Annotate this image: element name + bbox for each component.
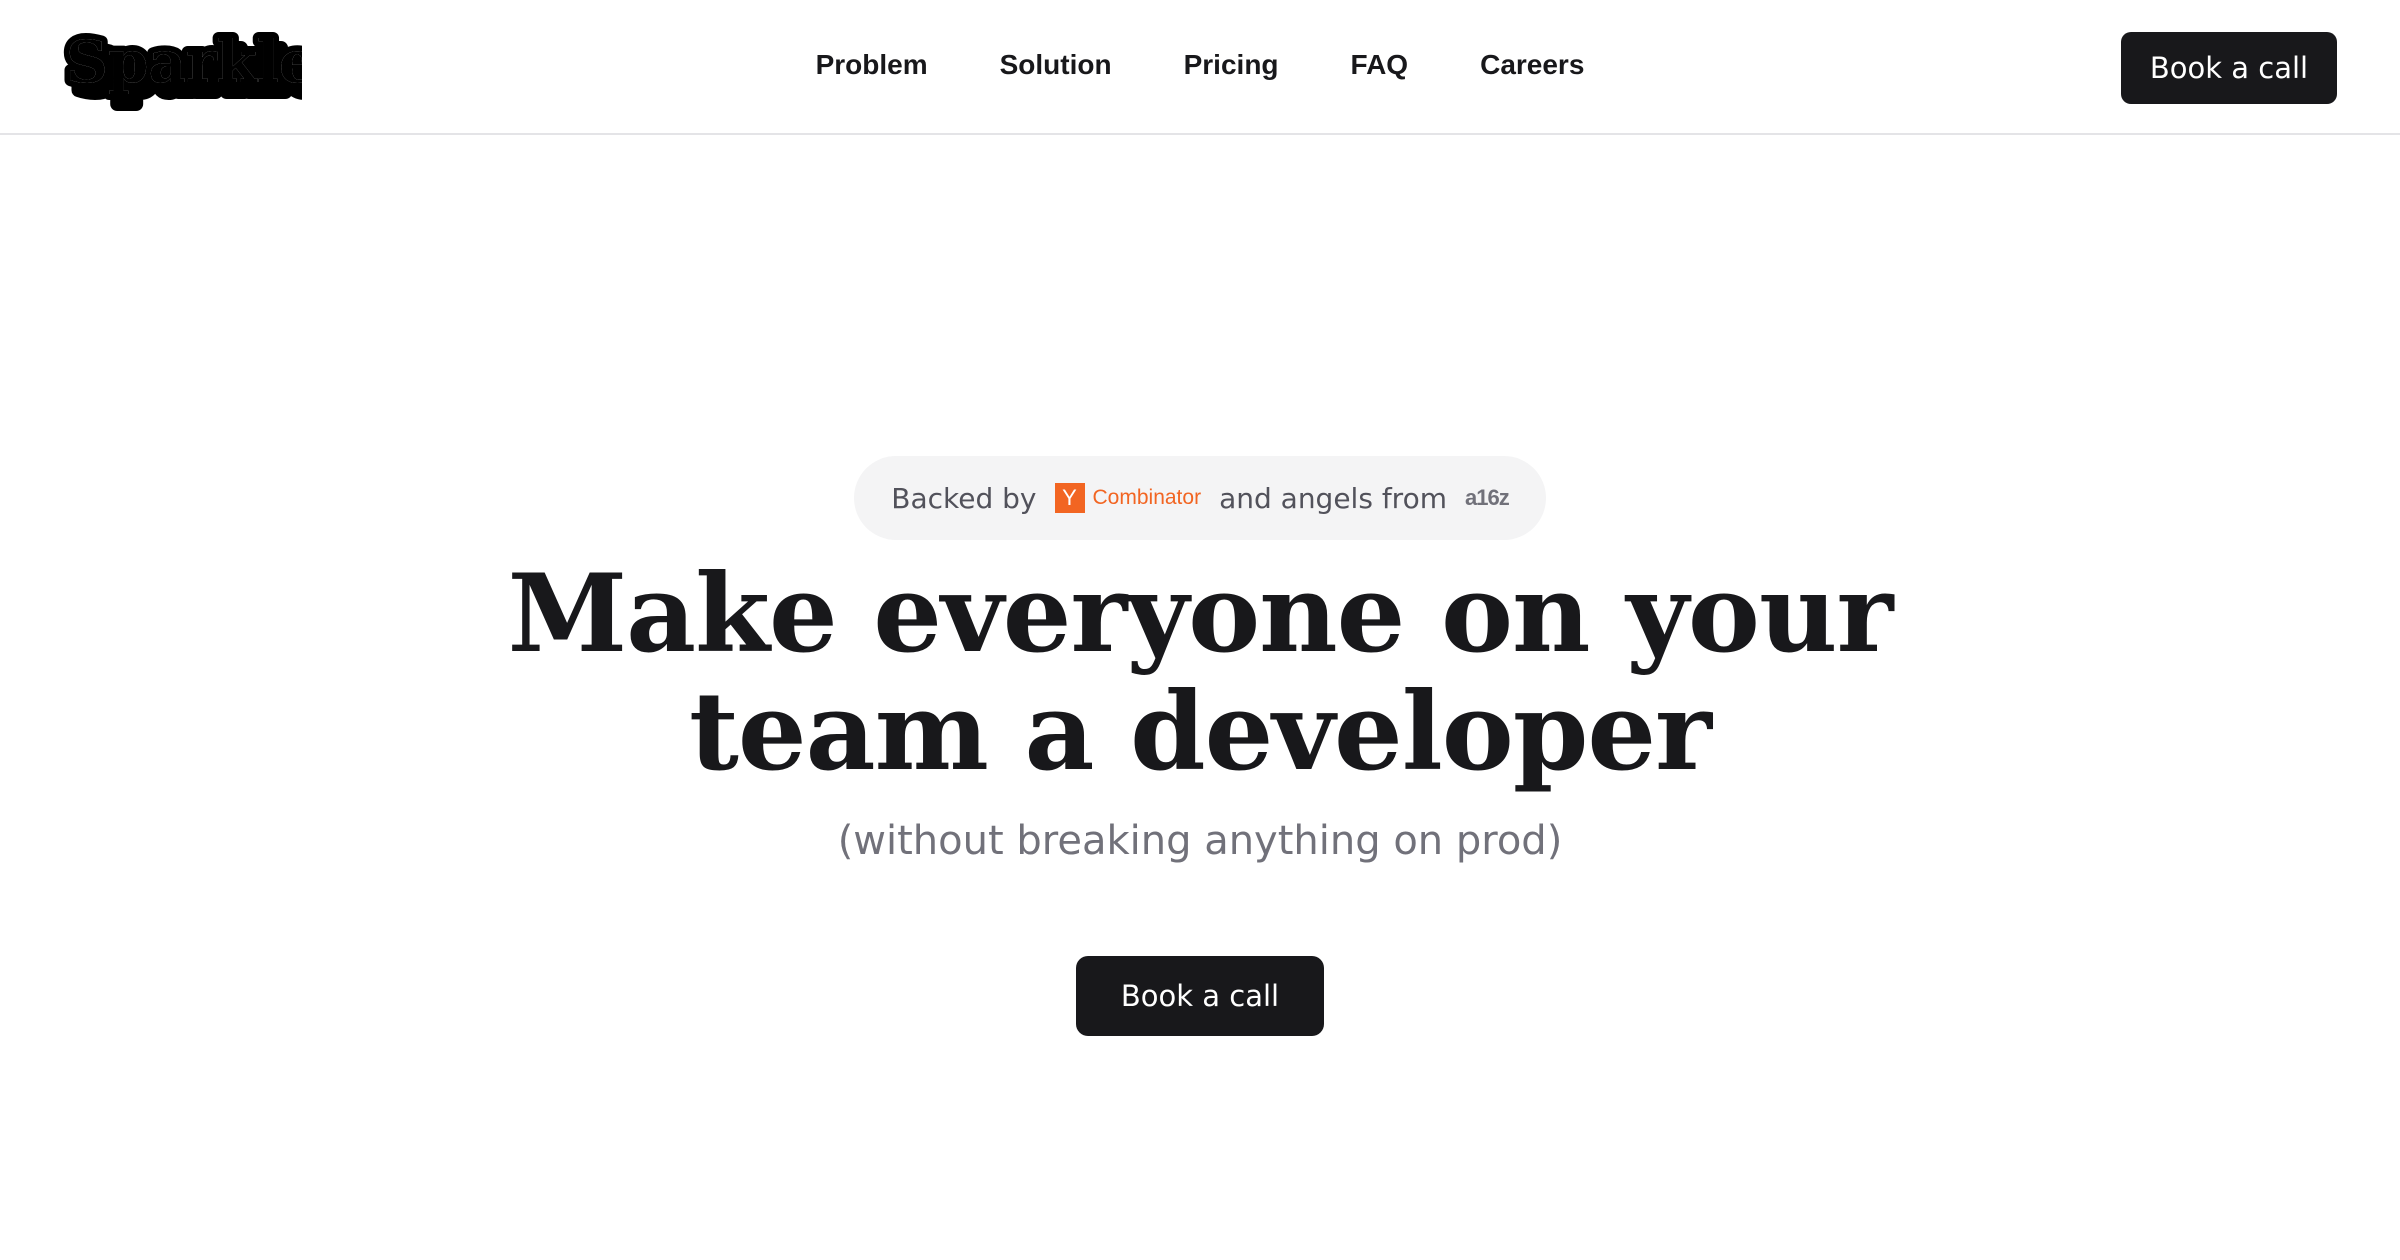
hero-book-call-button[interactable]: Book a call [1076, 956, 1324, 1036]
ycombinator-logo: Y Combinator [1054, 483, 1202, 513]
logo-text: Sparkles [66, 28, 302, 96]
nav-faq[interactable]: FAQ [1351, 49, 1409, 81]
backed-by-middle: and angels from [1219, 481, 1447, 515]
headline-line-1: Make everyone on your [507, 551, 1894, 677]
header-book-call-button[interactable]: Book a call [2121, 32, 2337, 104]
hero-section: Backed by Y Combinator and angels from a… [0, 135, 2400, 1260]
site-header: Sparkles Sparkles Sparkles Problem Solut… [0, 0, 2400, 135]
a16z-logo: a16z [1465, 485, 1510, 510]
yc-wordmark: Combinator [1092, 486, 1202, 509]
nav-problem[interactable]: Problem [816, 49, 928, 81]
backed-by-pill: Backed by Y Combinator and angels from a… [854, 456, 1546, 540]
backed-by-prefix: Backed by [891, 481, 1037, 515]
hero-subheadline: (without breaking anything on prod) [837, 818, 1563, 864]
hero-headline: Make everyone on your team a developer [400, 555, 2000, 791]
yc-icon: Y [1054, 483, 1085, 513]
nav-pricing[interactable]: Pricing [1184, 49, 1279, 81]
main-nav: Problem Solution Pricing FAQ Careers [800, 0, 1600, 130]
nav-solution[interactable]: Solution [1000, 49, 1112, 81]
nav-careers[interactable]: Careers [1480, 49, 1584, 81]
sparkles-logo[interactable]: Sparkles Sparkles Sparkles [62, 22, 302, 112]
headline-line-2: team a developer [689, 669, 1712, 795]
